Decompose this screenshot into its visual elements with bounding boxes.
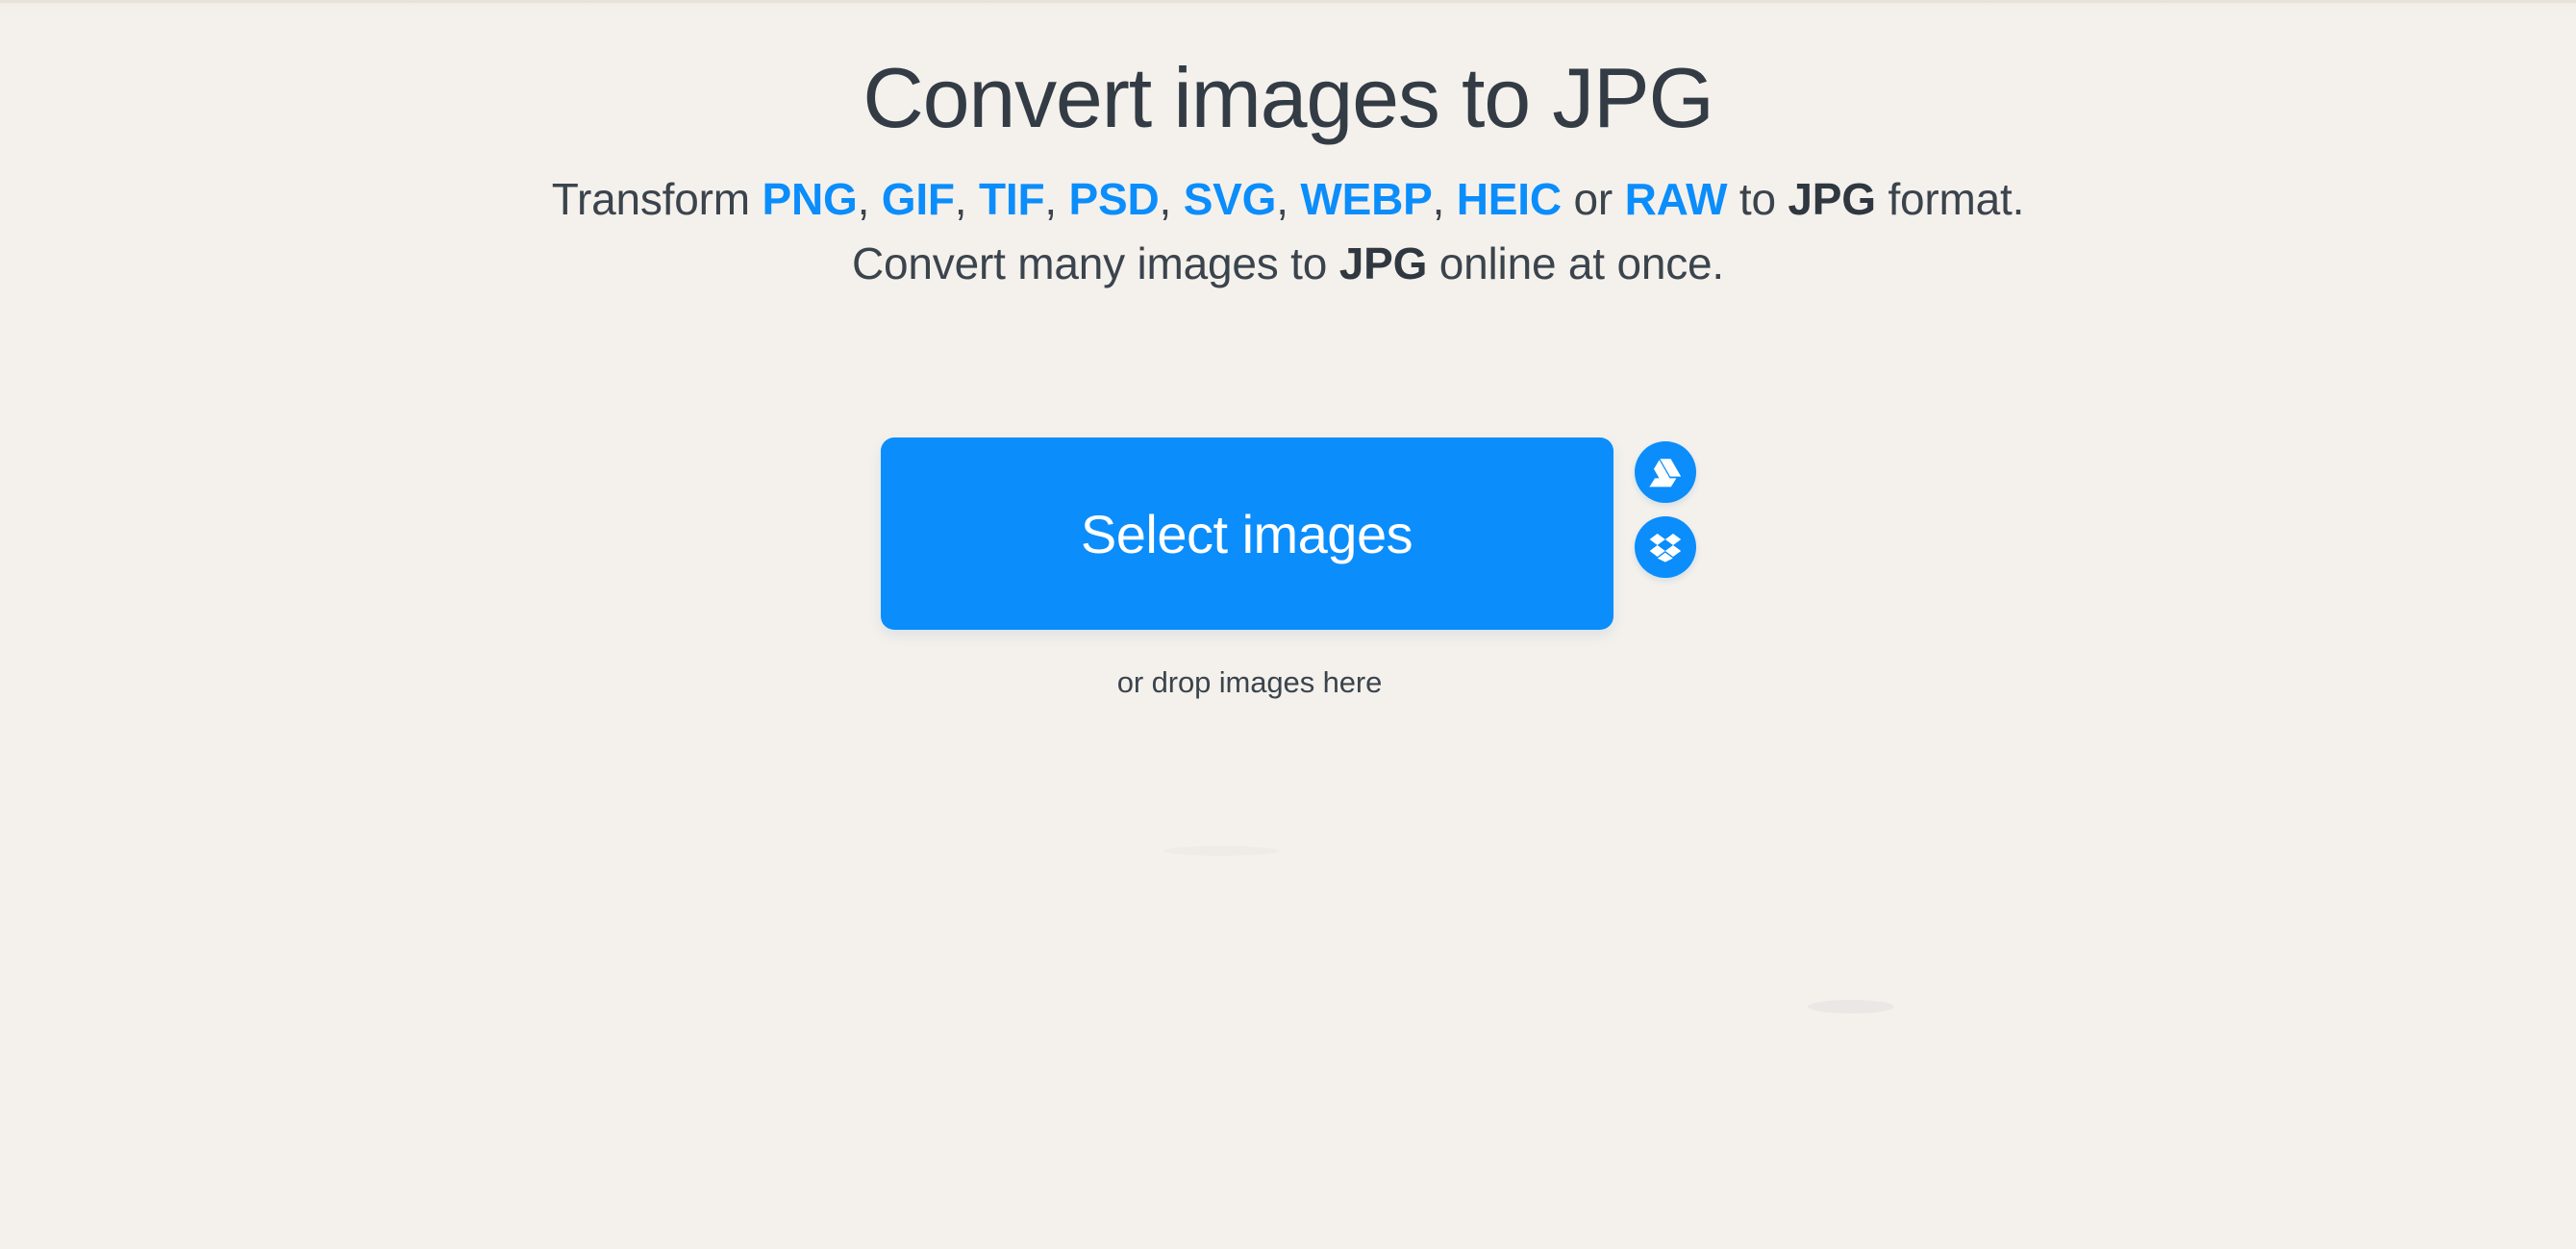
- sep-1: ,: [857, 174, 882, 225]
- format-tag-png: PNG: [762, 174, 858, 225]
- subtitle-line-1: Transform PNG, GIF, TIF, PSD, SVG, WEBP,…: [551, 174, 2025, 225]
- subtitle-line2-lead: Convert many images to: [852, 237, 1339, 288]
- google-drive-button[interactable]: [1634, 441, 1696, 503]
- hero-subtitle: Transform PNG, GIF, TIF, PSD, SVG, WEBP,…: [0, 142, 2576, 294]
- subtitle-line-2: Convert many images to JPG online at onc…: [852, 238, 1724, 288]
- sep-6: ,: [1432, 174, 1457, 225]
- format-tag-raw: RAW: [1624, 174, 1728, 225]
- subtitle-lead: Transform: [551, 174, 763, 225]
- target-format-jpg-2: JPG: [1338, 237, 1428, 288]
- sep-3: ,: [1044, 174, 1069, 225]
- dropbox-button[interactable]: [1634, 516, 1696, 578]
- drop-images-hint: or drop images here: [1116, 665, 1383, 699]
- format-tag-gif: GIF: [881, 174, 955, 225]
- page-title: Convert images to JPG: [863, 50, 1714, 145]
- target-format-jpg: JPG: [1788, 174, 1876, 225]
- subtitle-line2-tail: online at once.: [1427, 237, 1724, 288]
- dropbox-icon: [1649, 533, 1682, 562]
- subtitle-middle: to: [1727, 174, 1788, 225]
- format-tag-tif: TIF: [978, 174, 1045, 225]
- sep-5: ,: [1276, 174, 1301, 225]
- background-artifact: [1808, 1000, 1894, 1013]
- format-tag-svg: SVG: [1183, 174, 1277, 225]
- cloud-import-buttons: [1634, 437, 1696, 578]
- select-images-button[interactable]: Select images: [880, 437, 1613, 630]
- hero-section: Convert images to JPG Transform PNG, GIF…: [0, 0, 2576, 295]
- sep-4: ,: [1159, 174, 1184, 225]
- subtitle-tail: format.: [1875, 174, 2025, 225]
- format-tag-heic: HEIC: [1456, 174, 1562, 225]
- format-tag-webp: WEBP: [1300, 174, 1433, 225]
- drop-hint-container: or drop images here: [0, 665, 2576, 700]
- background-artifact: [1163, 846, 1279, 856]
- google-drive-icon: [1648, 458, 1682, 487]
- sep-2: ,: [954, 174, 979, 225]
- conjunction-or: or: [1561, 174, 1625, 225]
- format-tag-psd: PSD: [1068, 174, 1160, 225]
- page-root: Convert images to JPG Transform PNG, GIF…: [0, 0, 2576, 1249]
- uploader-section: Select images: [0, 437, 2576, 630]
- uploader-controls: Select images: [880, 437, 1696, 630]
